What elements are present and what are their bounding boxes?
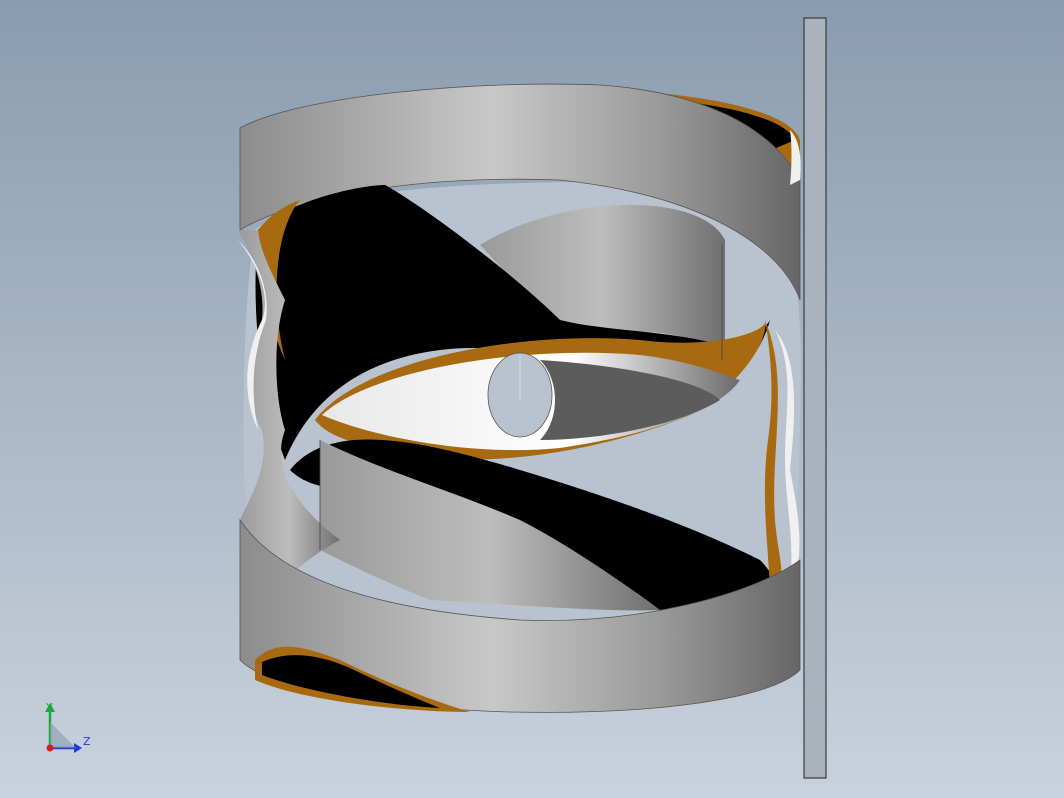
model-view-svg[interactable]: Y Z [0,0,1064,798]
triad-z-label: Z [83,735,91,748]
mounting-plate[interactable] [803,17,827,779]
graphics-viewport[interactable]: Y Z [0,0,1064,798]
rotor-model[interactable] [238,83,801,713]
triad-y-label: Y [45,701,53,714]
triad-origin [46,744,54,752]
